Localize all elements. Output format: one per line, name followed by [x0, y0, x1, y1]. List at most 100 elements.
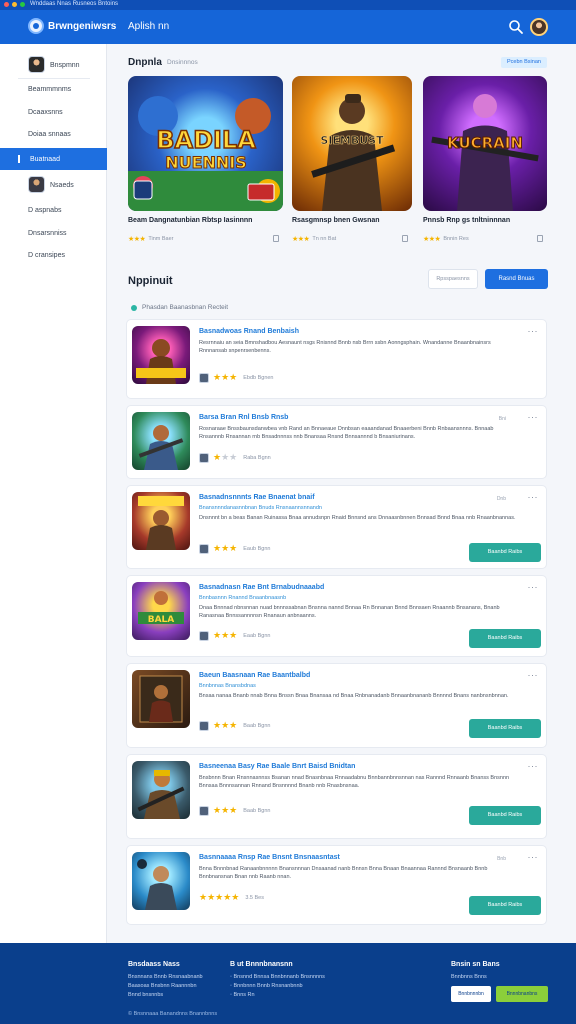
window-controls[interactable] — [4, 2, 25, 7]
list-item[interactable]: Barsa Bran Rnl Bnsb Rnsb Rosnaraae Bnssb… — [126, 405, 547, 479]
more-options-icon[interactable]: ··· — [528, 492, 539, 502]
cover-art: BADILA NUENNIS — [128, 96, 283, 211]
profile-avatar — [28, 56, 45, 73]
thumbnail-art — [136, 339, 186, 384]
item-title[interactable]: Basnadwoas Rnand Benbaish — [199, 328, 299, 335]
maximize-icon[interactable] — [20, 2, 25, 7]
primary-action-button[interactable]: Rasnd Bnuas — [485, 269, 548, 289]
sidebar-item-6[interactable]: D aspnabs — [0, 199, 107, 221]
featured-subtitle: Dnsinnnos — [167, 59, 198, 66]
list-item[interactable]: Basneenaa Basy Rae Baale Bnrt Baisd Bnid… — [126, 754, 547, 839]
featured-card[interactable]: BADILA NUENNIS Beam Dangnatunbian Rbtsp … — [128, 76, 283, 244]
footer-link[interactable]: Baasoas Bnsbnn Raannnbn — [128, 982, 203, 991]
item-action-button[interactable]: Baanbd Raibs — [469, 543, 541, 562]
item-title[interactable]: Basnnaaaa Rnsp Rae Bnsnt Bnsnaasntast — [199, 854, 340, 861]
list-item[interactable]: Baeun Baasnaan Rae Baantbalbd Bnnbnnas B… — [126, 663, 547, 748]
item-action-button[interactable]: Baanbd Raibs — [469, 806, 541, 825]
rating-stars: ★★★ — [213, 452, 238, 462]
item-action-button[interactable]: Baanbd Raibs — [469, 719, 541, 738]
item-description: Resrnnaiu an seia Bmnshadbou Aesnaunt ns… — [199, 340, 491, 354]
game-title: Beam Dangnatunbian Rbtsp Iasinnnn — [128, 217, 253, 224]
more-options-icon[interactable]: ··· — [528, 852, 539, 862]
item-title[interactable]: Basnadnasn Rae Bnt Brnabudnaaabd — [199, 584, 324, 591]
thumbnail-art — [138, 496, 184, 550]
app-header: Brwngeniwsrs Aplish nn — [0, 10, 576, 44]
more-options-icon[interactable]: ··· — [528, 761, 539, 771]
sidebar-item-2[interactable]: Dcaaxsnns — [0, 101, 107, 123]
list-item[interactable]: Basnadnsnnnts Rae Bnaenat bnaif Bnansnnn… — [126, 485, 547, 569]
item-action-button[interactable]: Baanbd Raibs — [469, 896, 541, 915]
featured-card[interactable]: KUCRAIN Pnnsb Rnp gs tnltninnnan ★★★ Bnn… — [423, 76, 547, 244]
sidebar-item-profile[interactable]: Bnspmnn — [0, 54, 107, 76]
more-options-icon[interactable]: ··· — [528, 670, 539, 680]
footer-link[interactable]: Bnnd bnsnnbs — [128, 991, 203, 1000]
more-options-icon[interactable]: ··· — [528, 326, 539, 336]
item-action-button[interactable]: Baanbd Raibs — [469, 629, 541, 648]
footer-column: Bnsin sn Bans Bnnbnns Bnns — [451, 960, 500, 982]
game-thumbnail — [132, 326, 190, 384]
app-logo-icon[interactable] — [28, 18, 44, 34]
sidebar-item-3[interactable]: Doiaa snnaas — [0, 123, 107, 145]
sidebar: Bnspmnn Beammmnms Dcaaxsnns Doiaa snnaas… — [0, 44, 107, 943]
footer-column: B ut Bnnnbnansnn Bnsnnd Bnnsa Bnnbnnanb … — [230, 960, 325, 1000]
item-subtitle: Bnansnnndanasnnbnan Bnuds Rnsnaannsnnand… — [199, 505, 322, 511]
sidebar-item-label: D cransipes — [28, 251, 65, 259]
user-avatar[interactable] — [530, 18, 548, 36]
rating-stars: ★★★ — [128, 236, 146, 243]
item-title[interactable]: Basnadnsnnnts Rae Bnaenat bnaif — [199, 494, 315, 501]
item-title[interactable]: Basneenaa Basy Rae Baale Bnrt Baisd Bnid… — [199, 763, 355, 770]
sidebar-item-1[interactable]: Beammmnms — [0, 78, 107, 100]
footer-link[interactable]: Bnnbnns Bnns — [451, 973, 500, 982]
bookmark-icon[interactable] — [537, 235, 543, 242]
cover-art: SIEMBUST — [311, 94, 396, 211]
close-icon[interactable] — [4, 2, 9, 7]
game-title: Pnnsb Rnp gs tnltninnnan — [423, 217, 511, 224]
footer: Bnsdaass Nass Bnsnnans Bnnb Rnsnaabnanb … — [0, 943, 576, 1024]
item-meta-text: 3.5 Bes — [245, 894, 264, 901]
sidebar-item-active[interactable]: Buatnaad — [0, 148, 107, 170]
rating-stars: ★★★★★ — [199, 892, 240, 902]
filter-button[interactable]: Rpsspaesnns — [428, 269, 478, 289]
item-meta-text: Baab Bgnn — [243, 807, 271, 814]
svg-text:NUENNIS: NUENNIS — [165, 153, 247, 172]
list-item[interactable]: Basnnaaaa Rnsp Rae Bnsnt Bnsnaasntast Bn… — [126, 845, 547, 925]
list-item[interactable]: BALA Basnadnasn Rae Bnt Brnabudnaaabd Bn… — [126, 575, 547, 657]
sidebar-item-label: Buatnaad — [30, 155, 60, 163]
thumbnail-art: BALA — [138, 591, 184, 625]
search-icon[interactable] — [508, 19, 524, 35]
list-item[interactable]: Basnadwoas Rnand Benbaish Resrnnaiu an s… — [126, 319, 547, 399]
more-options-icon[interactable]: ··· — [528, 582, 539, 592]
item-title[interactable]: Barsa Bran Rnl Bnsb Rnsb — [199, 414, 288, 421]
thumbnail-art — [137, 770, 185, 819]
game-meta-text: Bnnin Res — [443, 236, 469, 242]
item-title[interactable]: Baeun Baasnaan Rae Baantbalbd — [199, 672, 310, 679]
window-title: Wnddaas Nnas Rusneos Bntoins — [30, 1, 119, 7]
sidebar-item-7[interactable]: Dnsarsnniss — [0, 222, 107, 244]
footer-link[interactable]: Bnns Rn — [230, 991, 325, 1000]
footer-primary-button[interactable]: Bnnnbnanbns — [496, 986, 548, 1002]
featured-card[interactable]: SIEMBUST Rsasgmnsp bnen Gwsnan ★★★ Tn nn… — [292, 76, 412, 244]
sidebar-item-user[interactable]: Nsaeds — [0, 174, 107, 196]
game-thumbnail: BALA — [132, 582, 190, 640]
sidebar-item-label: Dcaaxsnns — [28, 108, 63, 116]
sidebar-item-8[interactable]: D cransipes — [0, 244, 107, 266]
featured-title: Dnpnla — [128, 57, 162, 68]
featured-tag-button[interactable]: Pcebn Bsinan — [501, 57, 547, 68]
footer-column: Bnsdaass Nass Bnsnnans Bnnb Rnsnaabnanb … — [128, 960, 203, 1000]
item-meta: ★★★ Baab Bgnn — [199, 720, 270, 731]
more-options-icon[interactable]: ··· — [528, 412, 539, 422]
rating-stars: ★★★ — [213, 372, 238, 382]
item-meta-text: Ebdb Bgnen — [243, 374, 274, 381]
item-meta: ★★★ Eaab Bgnn — [199, 630, 270, 641]
footer-heading: Bnsdaass Nass — [128, 961, 180, 968]
bookmark-icon[interactable] — [402, 235, 408, 242]
footer-link[interactable]: Bnsnnd Bnnsa Bnnbnnanb Bnsnnnns — [230, 973, 324, 982]
rating-stars: ★★★ — [213, 630, 238, 640]
footer-link[interactable]: Bnsnnans Bnnb Rnsnaabnanb — [128, 973, 203, 982]
bookmark-icon[interactable] — [273, 235, 279, 242]
brand-name[interactable]: Brwngeniwsrs — [48, 21, 116, 32]
minimize-icon[interactable] — [12, 2, 17, 7]
thumbnail-art — [139, 675, 183, 723]
footer-link[interactable]: Bnnbnnn Bnnb Rnsnanbnnb — [230, 982, 325, 991]
footer-secondary-button[interactable]: Bnnbnnnbn — [451, 986, 491, 1002]
